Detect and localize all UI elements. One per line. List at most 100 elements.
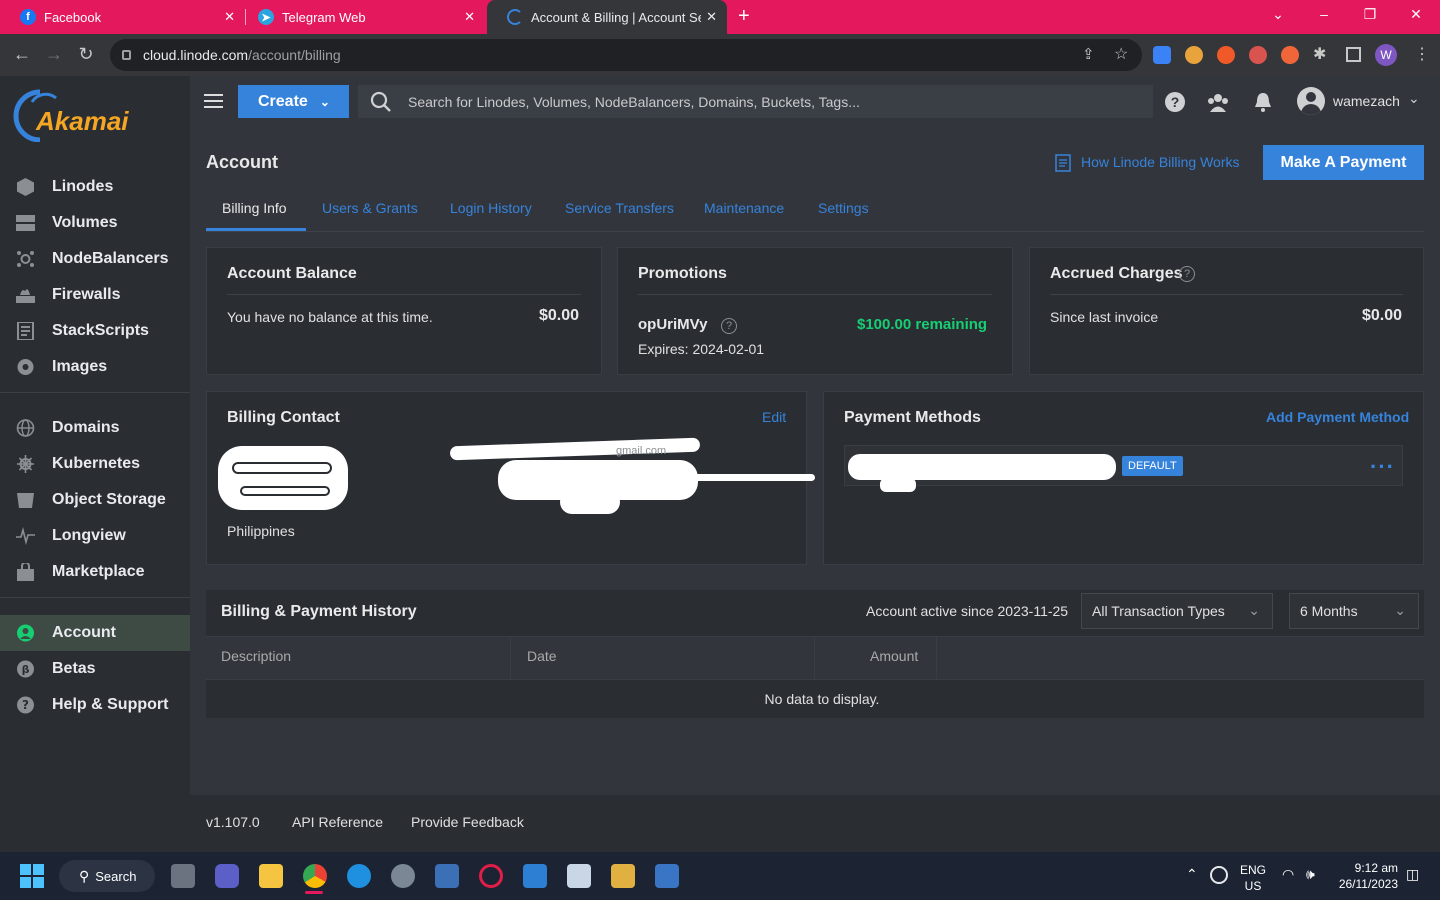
- bookmark-star-icon[interactable]: ☆: [1114, 44, 1128, 64]
- chevron-up-icon[interactable]: ⌃: [1186, 866, 1198, 883]
- tab-maintenance[interactable]: Maintenance: [704, 200, 784, 216]
- tab-facebook[interactable]: f Facebook ✕: [0, 0, 245, 34]
- opera-icon[interactable]: [479, 864, 503, 888]
- community-icon[interactable]: [1207, 92, 1229, 112]
- maximize-icon[interactable]: ❐: [1360, 6, 1380, 23]
- extension-icon[interactable]: [1185, 46, 1203, 64]
- username[interactable]: wamezach: [1333, 93, 1400, 109]
- bell-icon[interactable]: [1254, 92, 1272, 112]
- settings-gear-icon[interactable]: [391, 864, 415, 888]
- sidebar-item-domains[interactable]: Domains: [0, 410, 190, 446]
- search-input[interactable]: Search for Linodes, Volumes, NodeBalance…: [358, 85, 1153, 118]
- minimize-icon[interactable]: –: [1314, 6, 1334, 22]
- tab-telegram[interactable]: ➤ Telegram Web ✕: [238, 0, 485, 34]
- sidebar-item-label: Help & Support: [52, 696, 169, 713]
- tab-users-grants[interactable]: Users & Grants: [322, 200, 418, 216]
- date-range-value: 6 Months: [1300, 603, 1358, 619]
- puzzle-icon[interactable]: ✱: [1313, 44, 1326, 64]
- sidebar-item-marketplace[interactable]: Marketplace: [0, 554, 190, 590]
- transaction-type-select[interactable]: All Transaction Types ⌄: [1081, 593, 1273, 629]
- sidebar-item-firewalls[interactable]: Firewalls: [0, 277, 190, 313]
- column-header-description[interactable]: Description: [221, 648, 291, 664]
- sidebar-item-account[interactable]: Account: [0, 615, 190, 651]
- notepad-icon[interactable]: [567, 864, 591, 888]
- sidebar-item-label: Account: [52, 624, 116, 641]
- extension-icon[interactable]: [1249, 46, 1267, 64]
- close-icon[interactable]: ✕: [464, 9, 475, 25]
- help-icon[interactable]: ?: [1165, 92, 1185, 112]
- api-reference-link[interactable]: API Reference: [292, 814, 383, 830]
- close-window-icon[interactable]: ✕: [1406, 6, 1426, 23]
- sidebar-item-kubernetes[interactable]: Kubernetes: [0, 446, 190, 482]
- sidebar-item-volumes[interactable]: Volumes: [0, 205, 190, 241]
- sidebar-divider: [0, 392, 190, 393]
- chat-icon[interactable]: [215, 864, 239, 888]
- sidebar-item-images[interactable]: Images: [0, 349, 190, 385]
- sidebar-item-nodebalancers[interactable]: NodeBalancers: [0, 241, 190, 277]
- sidebar-item-stackscripts[interactable]: StackScripts: [0, 313, 190, 349]
- tab-settings[interactable]: Settings: [818, 200, 869, 216]
- language-indicator[interactable]: ENG US: [1240, 862, 1266, 894]
- tab-account-billing[interactable]: Account & Billing | Account Sett ✕: [487, 0, 727, 34]
- tab-billing-info[interactable]: Billing Info: [222, 200, 287, 216]
- network-tool-icon[interactable]: [435, 864, 459, 888]
- remote-desktop-icon[interactable]: [655, 864, 679, 888]
- edit-contact-link[interactable]: Edit: [762, 409, 786, 425]
- column-header-date[interactable]: Date: [527, 648, 557, 664]
- back-icon[interactable]: ←: [12, 44, 32, 65]
- clock[interactable]: 9:12 am 26/11/2023: [1334, 860, 1398, 892]
- paint-icon[interactable]: [611, 864, 635, 888]
- chevron-down-icon[interactable]: ⌄: [1408, 90, 1420, 107]
- profile-avatar[interactable]: W: [1375, 44, 1397, 66]
- windows-start-icon[interactable]: [20, 864, 44, 888]
- new-tab-icon[interactable]: +: [738, 5, 750, 28]
- tab-login-history[interactable]: Login History: [450, 200, 532, 216]
- tab-service-transfers[interactable]: Service Transfers: [565, 200, 674, 216]
- search-placeholder: Search for Linodes, Volumes, NodeBalance…: [408, 93, 860, 110]
- make-payment-button[interactable]: Make A Payment: [1263, 145, 1424, 180]
- extension-icon[interactable]: [1217, 46, 1235, 64]
- reload-icon[interactable]: ↻: [76, 44, 96, 65]
- sync-icon[interactable]: [1210, 866, 1228, 884]
- more-options-icon[interactable]: ···: [1370, 454, 1395, 480]
- add-payment-method-link[interactable]: Add Payment Method: [1266, 409, 1409, 425]
- sidebar-item-object-storage[interactable]: Object Storage: [0, 482, 190, 518]
- accrued-amount: $0.00: [1362, 307, 1403, 324]
- edge-icon[interactable]: [347, 864, 371, 888]
- extension-icon[interactable]: [1281, 46, 1299, 64]
- avatar[interactable]: [1297, 87, 1325, 115]
- chrome-icon[interactable]: [303, 864, 327, 888]
- redaction-scribble: [218, 446, 348, 510]
- feedback-link[interactable]: Provide Feedback: [411, 814, 524, 830]
- sidebar-item-longview[interactable]: Longview: [0, 518, 190, 554]
- help-tooltip-icon[interactable]: ?: [721, 318, 737, 334]
- extension-icon[interactable]: [1153, 46, 1171, 64]
- close-icon[interactable]: ✕: [224, 9, 235, 25]
- create-button[interactable]: Create ⌄: [238, 85, 349, 118]
- taskbar-search[interactable]: ⚲ Search: [59, 860, 155, 892]
- column-header-amount[interactable]: Amount: [870, 648, 918, 664]
- help-tooltip-icon[interactable]: ?: [1179, 266, 1195, 282]
- hamburger-menu-icon[interactable]: [204, 94, 223, 108]
- sidebar-item-linodes[interactable]: Linodes: [0, 169, 190, 205]
- version-label[interactable]: v1.107.0: [206, 814, 260, 830]
- account-balance-title: Account Balance: [227, 265, 357, 282]
- menu-kebab-icon[interactable]: ⋮: [1414, 44, 1430, 64]
- address-bar[interactable]: cloud.linode.com/account/billing: [110, 39, 1142, 71]
- close-icon[interactable]: ✕: [706, 9, 717, 25]
- side-panel-icon[interactable]: [1346, 47, 1361, 62]
- forward-icon[interactable]: →: [44, 44, 64, 65]
- file-explorer-icon[interactable]: [259, 864, 283, 888]
- sidebar-item-help-support[interactable]: ? Help & Support: [0, 687, 190, 723]
- sidebar-item-betas[interactable]: β Betas: [0, 651, 190, 687]
- notification-icon[interactable]: ◫: [1406, 866, 1419, 883]
- date-range-select[interactable]: 6 Months ⌄: [1289, 593, 1419, 629]
- share-icon[interactable]: ⇪: [1082, 45, 1095, 63]
- akamai-logo[interactable]: Akamai: [10, 86, 150, 142]
- billing-docs-link[interactable]: How Linode Billing Works: [1081, 154, 1239, 170]
- app-icon[interactable]: [523, 864, 547, 888]
- task-view-icon[interactable]: [171, 864, 195, 888]
- wifi-icon[interactable]: ◠: [1282, 866, 1294, 883]
- volume-icon[interactable]: 🕪: [1306, 866, 1315, 883]
- tab-search-icon[interactable]: ⌄: [1268, 6, 1288, 23]
